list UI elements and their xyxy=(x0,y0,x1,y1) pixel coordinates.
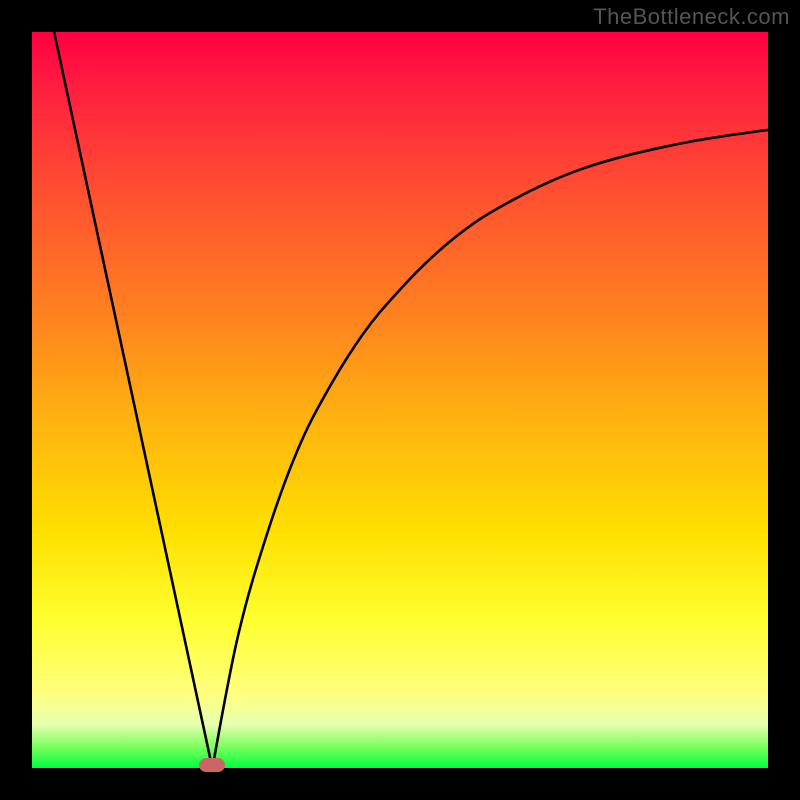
watermark-text: TheBottleneck.com xyxy=(593,4,790,30)
optimum-marker xyxy=(199,758,225,772)
curve-right-branch xyxy=(212,130,768,768)
chart-plot-area xyxy=(32,32,768,768)
curve-left-branch xyxy=(54,32,212,768)
chart-curve-svg xyxy=(32,32,768,768)
